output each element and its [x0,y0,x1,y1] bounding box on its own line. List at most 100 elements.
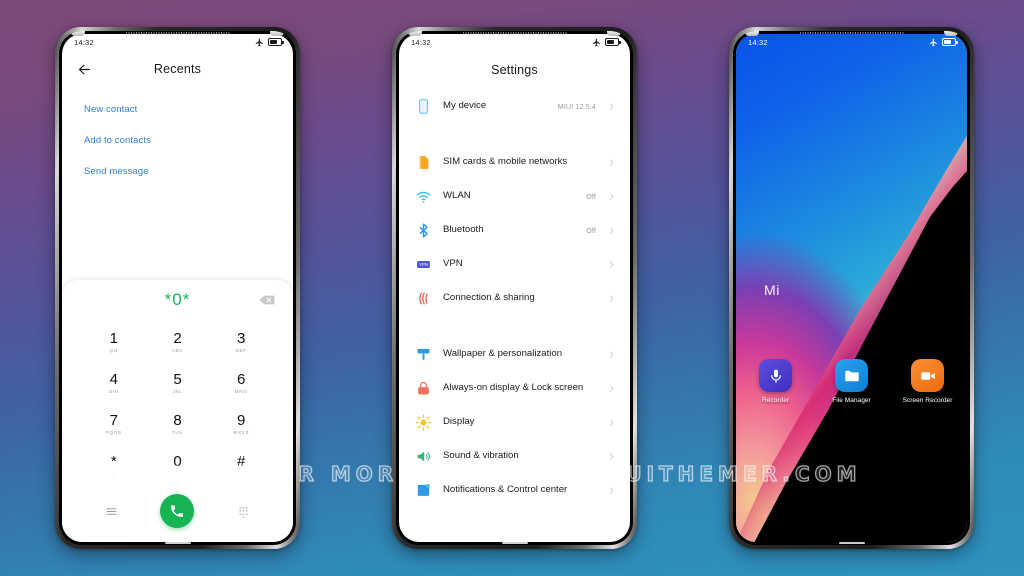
key-0[interactable]: 0 [146,445,210,486]
status-time: 14:32 [411,37,431,47]
chevron-right-icon [610,351,614,357]
settings-row-label: Bluetooth [443,223,484,235]
app-file-manager[interactable]: File Manager [825,359,879,406]
key-3[interactable]: 3 DEF [209,322,273,363]
key-sub: WXYZ [233,429,250,435]
bluetooth-icon [419,222,428,238]
status-time: 14:32 [74,37,94,47]
key-sub: GHI [108,388,119,394]
settings-row-label: SIM cards & mobile networks [443,155,568,167]
key-6[interactable]: 6 MNO [209,363,273,404]
settings-row-value: Off [586,191,596,201]
battery-icon [268,38,284,46]
list-item-add-to-contacts[interactable]: Add to contacts [62,125,293,156]
airplane-mode-icon [592,38,600,46]
chevron-right-icon [610,419,614,425]
settings-row-connection-sharing[interactable]: Connection & sharing [399,281,630,315]
airplane-mode-icon [929,38,937,46]
key-sub: MNO [234,388,248,394]
key-sub: PQRS [105,429,122,435]
phone-bezel: 14:32 Recents New contact Add to contact… [59,31,296,545]
settings-row-label: Notifications & Control center [443,483,568,495]
dial-keypad: 1 QD 2 ABC 3 DEF 4 GHI 5 JKL 6 MNO 7 PQRS 8 TUV … [62,320,293,486]
list-item-send-message[interactable]: Send message [62,156,293,187]
chevron-right-icon [610,193,614,199]
settings-row-sound[interactable]: Sound & vibration [399,439,630,473]
app-screen-recorder[interactable]: Screen Recorder [901,359,955,406]
settings-group-network: SIM cards & mobile networks WLAN Off Blu… [399,145,630,315]
settings-row-label: Wallpaper & personalization [443,347,563,359]
home-screen: 14:32 Mi Recorder File Manager Screen Re… [736,34,967,542]
vpn-icon: VPN [417,260,430,268]
settings-row-wallpaper[interactable]: Wallpaper & personalization [399,337,630,371]
key-hash[interactable]: # [209,445,273,486]
app-label: File Manager [832,397,871,404]
key-sub: TUV [171,429,184,435]
call-icon [171,505,184,517]
settings-row-label: Display [443,415,475,427]
key-9[interactable]: 9 WXYZ [209,404,273,445]
settings-screen: 14:32 Settings My device MIUI 12.5.4 SIM… [399,34,630,542]
key-digit: 8 [173,411,182,429]
menu-icon[interactable] [105,505,118,518]
key-2[interactable]: 2 ABC [146,322,210,363]
dial-panel: *0* 1 QD 2 ABC 3 DEF 4 GHI 5 JKL 6 MNO 7 PQR [62,280,293,542]
settings-row-bluetooth[interactable]: Bluetooth Off [399,213,630,247]
settings-row-wlan[interactable]: WLAN Off [399,179,630,213]
svg-text:VPN: VPN [419,262,428,267]
list-item-new-contact[interactable]: New contact [62,94,293,125]
chevron-right-icon [610,295,614,301]
phone-bezel: 14:32 Mi Recorder File Manager Screen Re… [733,31,970,545]
wifi-icon [416,191,431,203]
key-4[interactable]: 4 GHI [82,363,146,404]
settings-group-divider [399,315,630,337]
chevron-right-icon [610,487,614,493]
call-button[interactable] [160,494,195,528]
key-digit: 7 [109,411,118,429]
key-digit: 4 [109,370,118,388]
bezel-highlight-left [745,31,759,36]
phone-bezel: 14:32 Settings My device MIUI 12.5.4 SIM… [396,31,633,545]
dialer-bottom-bar [62,486,293,542]
key-7[interactable]: 7 PQRS [82,404,146,445]
earpiece-grille [799,32,904,34]
settings-group-divider [399,123,630,145]
key-8[interactable]: 8 TUV [146,404,210,445]
bezel-highlight-right [944,31,958,36]
settings-row-sim-cards[interactable]: SIM cards & mobile networks [399,145,630,179]
backspace-icon[interactable] [259,295,275,305]
dialed-number: *0* [164,290,191,309]
settings-group-personalization: Wallpaper & personalization Always-on di… [399,337,630,507]
chevron-right-icon [610,385,614,391]
sound-icon [417,451,430,461]
display-icon [415,413,432,431]
settings-row-my-device[interactable]: My device MIUI 12.5.4 [399,89,630,123]
app-recorder[interactable]: Recorder [749,359,803,406]
settings-row-display[interactable]: Display [399,405,630,439]
device-icon [419,98,428,114]
key-digit: 9 [236,411,246,429]
key-5[interactable]: 5 JKL [146,363,210,404]
connection-sharing-icon [419,292,428,304]
settings-row-notifications[interactable]: Notifications & Control center [399,473,630,507]
key-1[interactable]: 1 QD [82,322,146,363]
key-digit: 3 [236,329,246,347]
status-icons [592,38,621,47]
key-digit: 1 [109,329,118,347]
settings-row-vpn[interactable]: VPN VPN [399,247,630,281]
lock-screen-icon [418,381,429,395]
key-digit: # [236,452,246,470]
mi-branding: Mi [764,282,780,298]
dialer-header: Recents [62,50,293,88]
screenshot-canvas: 14:32 Recents New contact Add to contact… [0,0,1024,576]
page-title: Settings [491,63,538,77]
keypad-grid-icon[interactable] [237,505,250,518]
chevron-right-icon [610,227,614,233]
status-bar: 14:32 [736,34,967,50]
key-sub: DEF [235,347,247,353]
key-star[interactable]: *, [82,445,146,486]
dialer-phone: 14:32 Recents New contact Add to contact… [55,27,300,549]
settings-row-lock-screen[interactable]: Always-on display & Lock screen [399,371,630,405]
chevron-right-icon [610,103,614,109]
app-icon-background [911,359,944,392]
